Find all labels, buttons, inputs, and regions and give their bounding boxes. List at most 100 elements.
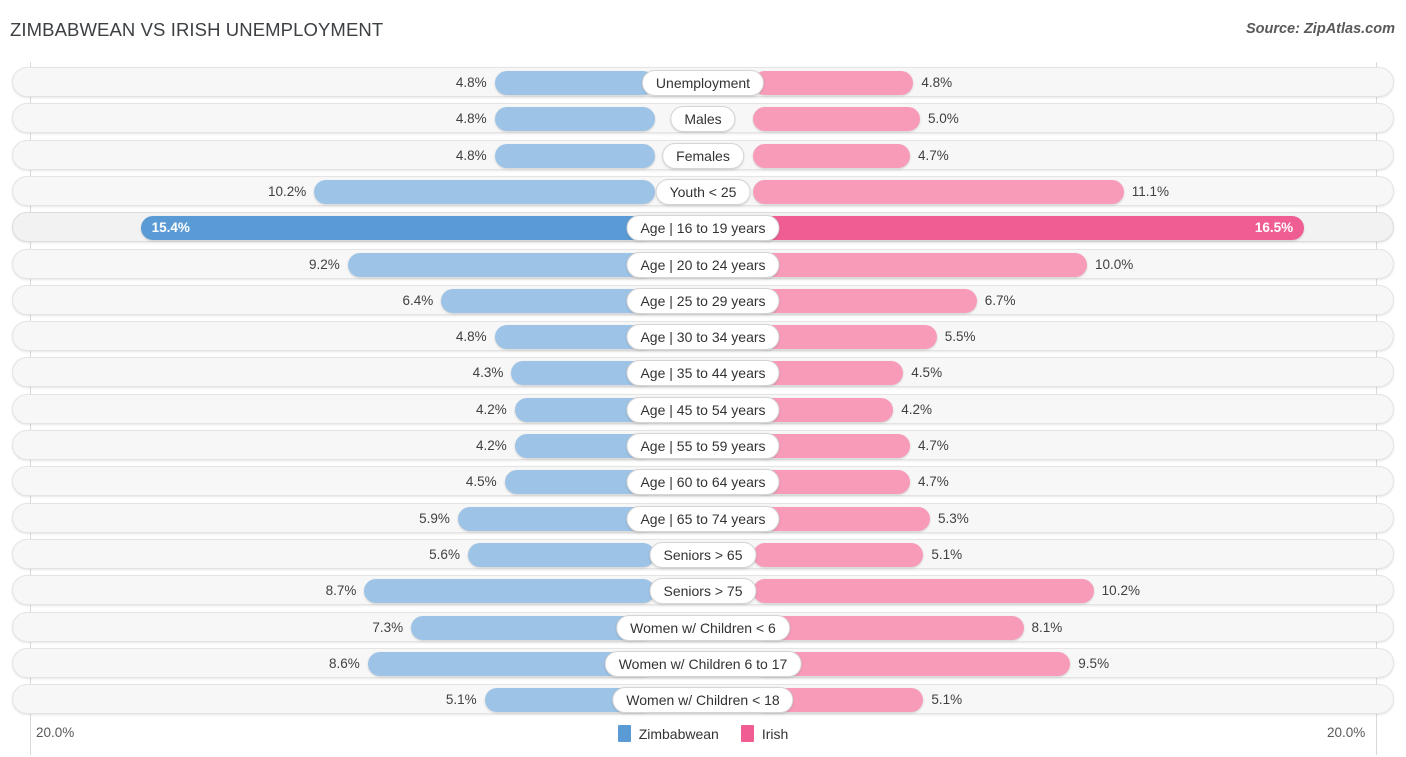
bar-group: 4.5% 4.7% Age | 60 to 64 years: [13, 467, 1393, 496]
chart-row: 8.7% 10.2% Seniors > 75: [12, 575, 1394, 606]
category-label: Age | 45 to 54 years: [626, 396, 780, 423]
bar-irish: [753, 179, 1124, 204]
value-label-irish: 5.0%: [928, 111, 959, 127]
value-label-irish: 5.3%: [938, 510, 969, 526]
value-label-irish: 8.1%: [1031, 619, 1063, 635]
bar-group: 6.4% 6.7% Age | 25 to 29 years: [13, 286, 1393, 314]
value-label-zimbabwean: 9.2%: [308, 256, 340, 272]
value-label-irish: 4.8%: [921, 75, 953, 90]
chart-row: 6.4% 6.7% Age | 25 to 29 years: [12, 284, 1394, 315]
bar-zimbabwean: [314, 179, 655, 204]
bar-group: 9.2% 10.0% Age | 20 to 24 years: [13, 250, 1393, 278]
category-label: Age | 60 to 64 years: [626, 469, 780, 496]
bar-group: 8.7% 10.2% Seniors > 75: [13, 576, 1393, 605]
chart-row: 5.1% 5.1% Women w/ Children < 18: [12, 684, 1394, 715]
chart-row: 5.9% 5.3% Age | 65 to 74 years: [12, 502, 1394, 533]
category-label: Seniors > 75: [649, 578, 757, 605]
bar-zimbabwean: [467, 542, 655, 567]
bar-group: 5.6% 5.1% Seniors > 65: [13, 540, 1393, 568]
legend-swatch-icon: [740, 725, 754, 742]
value-label-irish: 11.1%: [1131, 183, 1170, 199]
value-label-zimbabwean: 4.8%: [455, 147, 487, 163]
value-label-irish: 10.0%: [1095, 256, 1134, 272]
value-label-zimbabwean: 5.6%: [429, 546, 460, 562]
category-label: Unemployment: [641, 70, 765, 96]
value-label-irish: 4.2%: [901, 401, 933, 417]
value-label-zimbabwean: 4.8%: [455, 75, 487, 90]
category-label: Females: [662, 142, 744, 169]
value-label-zimbabwean: 8.6%: [328, 655, 360, 671]
source-attribution: Source: ZipAtlas.com: [1245, 21, 1395, 37]
value-label-zimbabwean: 15.4%: [151, 220, 190, 236]
category-label: Males: [670, 106, 736, 133]
category-label: Women w/ Children < 6: [616, 614, 790, 641]
bar-group: 8.6% 9.5% Women w/ Children 6 to 17: [13, 649, 1393, 677]
chart-row: 5.6% 5.1% Seniors > 65: [12, 538, 1394, 569]
chart-legend: Zimbabwean Irish: [0, 725, 1406, 742]
bar-irish: [753, 107, 920, 132]
chart-row: 4.2% 4.2% Age | 45 to 54 years: [12, 393, 1394, 424]
chart-row: 4.8% 4.7% Females: [12, 139, 1394, 170]
value-label-zimbabwean: 8.7%: [325, 583, 357, 599]
legend-item[interactable]: Irish: [740, 725, 788, 742]
chart-row: 8.6% 9.5% Women w/ Children 6 to 17: [12, 647, 1394, 678]
value-label-irish: 5.5%: [944, 329, 976, 345]
chart-header: ZIMBABWEAN VS IRISH UNEMPLOYMENT Source:…: [0, 0, 1406, 60]
bar-group: 4.3% 4.5% Age | 35 to 44 years: [13, 358, 1393, 387]
value-label-zimbabwean: 4.3%: [472, 365, 504, 381]
bar-group: 4.8% 4.8% Unemployment: [13, 68, 1393, 96]
value-label-zimbabwean: 6.4%: [402, 292, 434, 308]
bar-group: 4.8% 4.7% Females: [13, 141, 1393, 169]
chart-row: 4.3% 4.5% Age | 35 to 44 years: [12, 357, 1394, 388]
value-label-zimbabwean: 5.9%: [419, 510, 450, 526]
bar-irish: [753, 325, 937, 350]
value-label-irish: 10.2%: [1101, 583, 1140, 599]
category-label: Age | 35 to 44 years: [626, 360, 780, 387]
value-label-irish: 4.7%: [917, 474, 949, 490]
value-label-irish: 9.5%: [1078, 655, 1110, 671]
category-label: Youth < 25: [655, 178, 751, 205]
legend-item-label: Zimbabwean: [638, 725, 719, 742]
chart-root: ZIMBABWEAN VS IRISH UNEMPLOYMENT Source:…: [0, 0, 1406, 757]
value-label-zimbabwean: 4.5%: [465, 474, 497, 490]
bar-irish: [753, 143, 910, 168]
legend-item[interactable]: Zimbabwean: [617, 725, 719, 742]
bar-group: 15.4% 16.5% Age | 16 to 19 years: [13, 213, 1393, 242]
category-label: Age | 16 to 19 years: [626, 215, 780, 242]
bar-irish: [753, 71, 914, 95]
chart-row: 15.4% 16.5% Age | 16 to 19 years: [12, 212, 1394, 243]
legend-swatch-icon: [617, 725, 631, 742]
bar-zimbabwean: [441, 288, 655, 313]
bar-zimbabwean: [364, 579, 655, 604]
value-label-irish: 5.1%: [931, 546, 963, 562]
bar-group: 4.8% 5.5% Age | 30 to 34 years: [13, 322, 1393, 351]
bar-group: 10.2% 11.1% Youth < 25: [13, 177, 1393, 205]
value-label-irish: 5.1%: [931, 692, 963, 708]
category-label: Women w/ Children < 18: [612, 687, 794, 714]
bar-zimbabwean: [494, 107, 655, 132]
category-label: Age | 20 to 24 years: [626, 251, 780, 278]
value-label-irish: 6.7%: [984, 292, 1016, 308]
chart-row: 9.2% 10.0% Age | 20 to 24 years: [12, 248, 1394, 279]
chart-row: 4.5% 4.7% Age | 60 to 64 years: [12, 466, 1394, 497]
value-label-zimbabwean: 10.2%: [268, 183, 307, 199]
chart-row: 10.2% 11.1% Youth < 25: [12, 175, 1394, 206]
chart-plot-area: 4.8% 4.8% Unemployment 4.8% 5.0% Males 4.8% 4.7…: [0, 62, 1406, 755]
bar-irish: [753, 579, 1094, 604]
chart-footer: 20.0% 20.0% Zimbabwean Irish: [0, 717, 1406, 757]
value-label-irish: 4.5%: [911, 365, 943, 381]
bar-irish: [753, 216, 1305, 241]
bar-zimbabwean: [494, 71, 655, 95]
value-label-zimbabwean: 7.3%: [372, 619, 404, 635]
value-label-zimbabwean: 5.1%: [445, 692, 477, 708]
category-label: Age | 30 to 34 years: [626, 324, 780, 351]
bar-irish: [753, 542, 924, 567]
value-label-zimbabwean: 4.8%: [455, 111, 487, 127]
value-label-irish: 4.7%: [917, 147, 949, 163]
bar-group: 5.9% 5.3% Age | 65 to 74 years: [13, 504, 1393, 532]
category-label: Seniors > 65: [649, 541, 757, 568]
chart-row: 4.8% 4.8% Unemployment: [12, 67, 1394, 97]
chart-row: 4.2% 4.7% Age | 55 to 59 years: [12, 430, 1394, 460]
bar-zimbabwean: [347, 252, 655, 277]
value-label-irish: 16.5%: [1254, 220, 1294, 236]
